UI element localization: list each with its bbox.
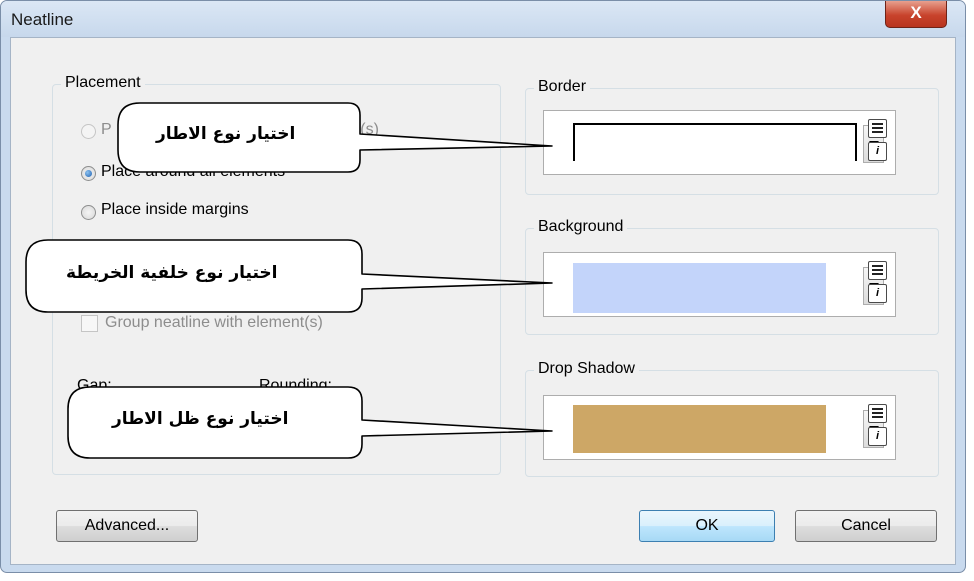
- rounding-label: Rounding:: [259, 377, 332, 394]
- close-button[interactable]: X: [885, 1, 947, 28]
- placement-option-3-label: Place inside margins: [101, 201, 249, 218]
- drop-shadow-selector[interactable]: [543, 395, 896, 460]
- placement-radio-2[interactable]: [81, 166, 96, 181]
- border-group: Border i: [525, 78, 939, 195]
- title-bar[interactable]: Neatline X: [1, 1, 965, 37]
- window-title: Neatline: [11, 10, 74, 29]
- drop-shadow-swatch: [573, 405, 826, 453]
- drop-shadow-properties-icon[interactable]: [868, 404, 887, 423]
- border-properties-icon[interactable]: [868, 119, 887, 138]
- border-group-label: Border: [534, 78, 591, 96]
- background-group-label: Background: [534, 218, 628, 236]
- border-selector[interactable]: [543, 110, 896, 175]
- background-selector[interactable]: [543, 252, 896, 317]
- placement-group-label: Placement: [61, 74, 145, 92]
- drop-shadow-group-label: Drop Shadow: [534, 360, 639, 378]
- background-properties-icon[interactable]: [868, 261, 887, 280]
- cancel-button[interactable]: Cancel: [795, 510, 937, 542]
- placement-radio-1[interactable]: [81, 124, 96, 139]
- border-info-icon[interactable]: i: [868, 142, 887, 161]
- border-preview: [573, 123, 857, 161]
- callout-2-text: اختيار نوع خلفية الخريطة: [66, 263, 278, 283]
- callout-3-text: اختيار نوع ظل الاطار: [112, 409, 289, 429]
- group-neatline-checkbox[interactable]: [81, 315, 98, 332]
- background-group: Background i: [525, 218, 939, 335]
- background-info-icon[interactable]: i: [868, 284, 887, 303]
- drop-shadow-info-icon[interactable]: i: [868, 427, 887, 446]
- placement-radio-3[interactable]: [81, 205, 96, 220]
- placement-option-1-label-tail: ent(s): [338, 121, 379, 138]
- dialog-body: Placement P ent(s) Place around all elem…: [10, 37, 956, 565]
- neatline-dialog: Neatline X Placement P ent(s) Place arou…: [0, 0, 966, 573]
- gap-label: Gap:: [77, 377, 112, 394]
- placement-option-2-label: Place around all elements: [101, 163, 286, 180]
- advanced-button[interactable]: Advanced...: [56, 510, 198, 542]
- background-swatch: [573, 263, 826, 313]
- drop-shadow-group: Drop Shadow i: [525, 360, 939, 477]
- group-neatline-label: Group neatline with element(s): [105, 314, 323, 331]
- ok-button[interactable]: OK: [639, 510, 775, 542]
- placement-option-1-label: P: [101, 121, 112, 138]
- callout-1-text: اختيار نوع الاطار: [156, 124, 296, 144]
